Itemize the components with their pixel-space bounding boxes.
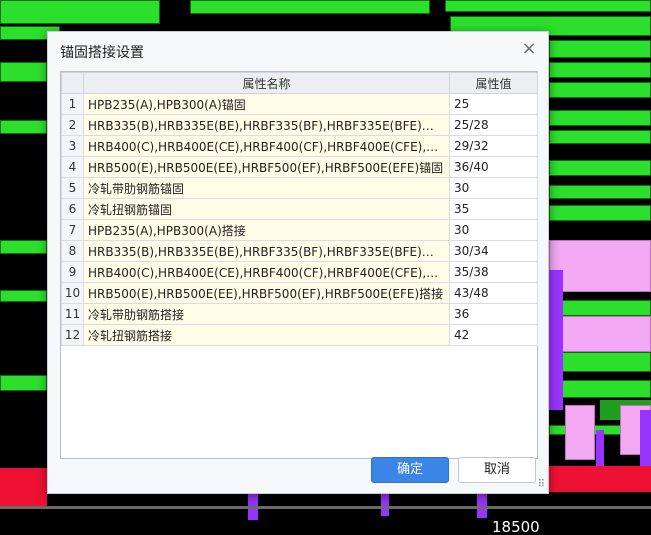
beam bbox=[549, 380, 651, 398]
beam bbox=[549, 130, 651, 144]
column-header-name[interactable]: 属性名称 bbox=[83, 72, 450, 94]
beam bbox=[0, 120, 47, 134]
row-index: 3 bbox=[61, 135, 84, 157]
property-table: 属性名称 属性值 1 HPB235(A),HPB300(A)锚固 25 2 HR… bbox=[61, 72, 538, 346]
table-row[interactable]: 11 冷轧带肋钢筋搭接 36 bbox=[61, 303, 538, 325]
row-index: 5 bbox=[61, 177, 84, 199]
beam bbox=[549, 62, 651, 78]
row-index: 7 bbox=[61, 219, 84, 241]
beam bbox=[0, 0, 160, 24]
ok-button[interactable]: 确定 bbox=[371, 457, 449, 483]
table-row[interactable]: 8 HRB335(B),HRB335E(BE),HRBF335(BF),HRBF… bbox=[61, 240, 538, 262]
row-index: 4 bbox=[61, 156, 84, 178]
table-row[interactable]: 2 HRB335(B),HRB335E(BE),HRBF335(BF),HRBF… bbox=[61, 114, 538, 136]
table-header-row: 属性名称 属性值 bbox=[61, 72, 538, 94]
property-value-cell[interactable]: 25/28 bbox=[449, 114, 538, 136]
column bbox=[381, 494, 389, 516]
property-value-cell[interactable]: 43/48 bbox=[449, 282, 538, 304]
property-value-cell[interactable]: 29/32 bbox=[449, 135, 538, 157]
column bbox=[549, 270, 563, 410]
row-index: 8 bbox=[61, 240, 84, 262]
beam bbox=[0, 62, 47, 82]
property-value-cell[interactable]: 30 bbox=[449, 219, 538, 241]
slab bbox=[549, 466, 651, 492]
column-header-index bbox=[61, 72, 84, 94]
resize-grip-icon[interactable]: ⠿ bbox=[538, 480, 545, 490]
property-value-cell[interactable]: 35/38 bbox=[449, 261, 538, 283]
property-value-cell[interactable]: 35 bbox=[449, 198, 538, 220]
property-name-cell: HRB400(C),HRB400E(CE),HRBF400(CF),HRBF40… bbox=[83, 261, 450, 283]
row-index: 2 bbox=[61, 114, 84, 136]
property-name-cell: HRB400(C),HRB400E(CE),HRBF400(CF),HRBF40… bbox=[83, 135, 450, 157]
property-name-cell: 冷轧扭钢筋锚固 bbox=[83, 198, 450, 220]
row-index: 9 bbox=[61, 261, 84, 283]
table-row[interactable]: 7 HPB235(A),HPB300(A)搭接 30 bbox=[61, 219, 538, 241]
dimension-label: 18500 bbox=[492, 518, 540, 535]
close-icon[interactable]: × bbox=[520, 40, 538, 58]
property-value-cell[interactable]: 25 bbox=[449, 93, 538, 115]
beam bbox=[0, 240, 47, 254]
row-index: 11 bbox=[61, 303, 84, 325]
beam bbox=[549, 185, 651, 199]
table-row[interactable]: 10 HRB500(E),HRB500E(EE),HRBF500(EF),HRB… bbox=[61, 282, 538, 304]
wall bbox=[549, 240, 651, 292]
property-value-cell[interactable]: 42 bbox=[449, 324, 538, 346]
property-value-cell[interactable]: 36/40 bbox=[449, 156, 538, 178]
table-row[interactable]: 5 冷轧带肋钢筋锚固 30 bbox=[61, 177, 538, 199]
table-row[interactable]: 9 HRB400(C),HRB400E(CE),HRBF400(CF),HRBF… bbox=[61, 261, 538, 283]
beam bbox=[549, 300, 651, 316]
property-value-cell[interactable]: 30/34 bbox=[449, 240, 538, 262]
property-name-cell: HRB500(E),HRB500E(EE),HRBF500(EF),HRBF50… bbox=[83, 282, 450, 304]
beam bbox=[190, 0, 430, 14]
wall bbox=[549, 316, 651, 352]
cancel-button[interactable]: 取消 bbox=[458, 457, 536, 483]
beam bbox=[549, 352, 651, 372]
wall bbox=[565, 405, 595, 460]
anchorage-lap-settings-dialog: 锚固搭接设置 × 属性名称 属性值 1 HPB235(A),HPB300(A)锚… bbox=[47, 31, 549, 494]
beam bbox=[549, 160, 651, 176]
property-name-cell: 冷轧带肋钢筋搭接 bbox=[83, 303, 450, 325]
slab-edge bbox=[0, 506, 651, 509]
beam bbox=[549, 82, 651, 98]
beam bbox=[0, 290, 47, 302]
table-row[interactable]: 6 冷轧扭钢筋锚固 35 bbox=[61, 198, 538, 220]
beam bbox=[0, 375, 47, 391]
property-value-cell[interactable]: 36 bbox=[449, 303, 538, 325]
property-name-cell: 冷轧带肋钢筋锚固 bbox=[83, 177, 450, 199]
row-index: 1 bbox=[61, 93, 84, 115]
table-row[interactable]: 12 冷轧扭钢筋搭接 42 bbox=[61, 324, 538, 346]
property-name-cell: 冷轧扭钢筋搭接 bbox=[83, 324, 450, 346]
slab bbox=[0, 468, 47, 506]
column bbox=[640, 410, 651, 470]
row-index: 12 bbox=[61, 324, 84, 346]
property-value-cell[interactable]: 30 bbox=[449, 177, 538, 199]
property-name-cell: HPB235(A),HPB300(A)搭接 bbox=[83, 219, 450, 241]
beam bbox=[549, 110, 651, 126]
property-name-cell: HRB335(B),HRB335E(BE),HRBF335(BF),HRBF33… bbox=[83, 114, 450, 136]
row-index: 10 bbox=[61, 282, 84, 304]
beam bbox=[549, 205, 651, 221]
table-row[interactable]: 4 HRB500(E),HRB500E(EE),HRBF500(EF),HRBF… bbox=[61, 156, 538, 178]
beam bbox=[445, 0, 651, 12]
property-name-cell: HPB235(A),HPB300(A)锚固 bbox=[83, 93, 450, 115]
property-grid: 属性名称 属性值 1 HPB235(A),HPB300(A)锚固 25 2 HR… bbox=[60, 71, 538, 459]
beam bbox=[549, 40, 651, 58]
table-row[interactable]: 1 HPB235(A),HPB300(A)锚固 25 bbox=[61, 93, 538, 115]
column-header-value[interactable]: 属性值 bbox=[449, 72, 538, 94]
table-row[interactable]: 3 HRB400(C),HRB400E(CE),HRBF400(CF),HRBF… bbox=[61, 135, 538, 157]
property-name-cell: HRB500(E),HRB500E(EE),HRBF500(EF),HRBF50… bbox=[83, 156, 450, 178]
property-name-cell: HRB335(B),HRB335E(BE),HRBF335(BF),HRBF33… bbox=[83, 240, 450, 262]
row-index: 6 bbox=[61, 198, 84, 220]
dialog-title: 锚固搭接设置 bbox=[60, 45, 144, 61]
